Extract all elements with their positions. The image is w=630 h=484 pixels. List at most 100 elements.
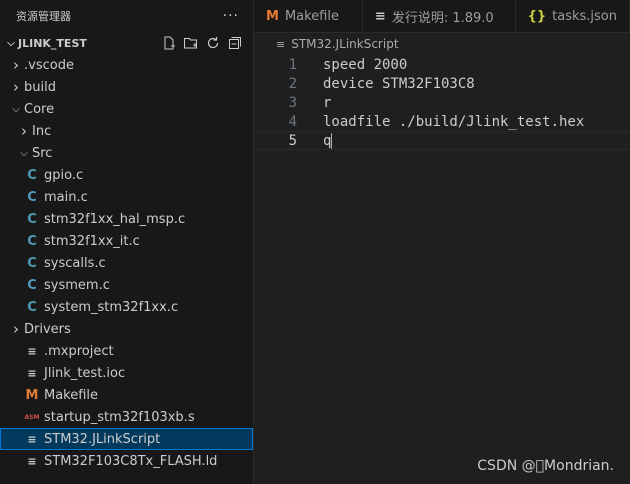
tree-item-label: .mxproject — [44, 343, 114, 359]
tab-label: 发行说明: 1.89.0 — [391, 10, 494, 26]
tree-item-label: system_stm32f1xx.c — [44, 299, 179, 315]
text-file-icon: ≡ — [27, 432, 37, 446]
chevron-right-icon: › — [21, 122, 27, 140]
explorer-sidebar: 资源管理器 ··· ⌵ JLINK_TEST › .vscode › build ⌵ Co… — [0, 0, 254, 484]
tree-item[interactable]: ≡ STM32F103C8Tx_FLASH.ld — [0, 450, 253, 472]
tree-item[interactable]: Cstm32f1xx_hal_msp.c — [0, 208, 253, 230]
line-number: 5 — [288, 132, 297, 149]
tree-item-label: stm32f1xx_it.c — [44, 233, 140, 249]
tree-item[interactable]: ≡ .mxproject — [0, 340, 253, 362]
refresh-icon[interactable] — [205, 35, 221, 51]
chevron-right-icon: › — [13, 320, 19, 338]
code-text: q — [323, 132, 332, 149]
chevron-right-icon: › — [13, 56, 19, 74]
tab-label: Makefile — [284, 8, 339, 24]
file-lines-icon: ≡ — [276, 37, 286, 51]
json-icon: {} — [527, 8, 547, 24]
collapse-all-icon[interactable] — [227, 35, 243, 51]
line-number: 3 — [288, 94, 297, 111]
tree-item[interactable]: Csysmem.c — [0, 274, 253, 296]
c-file-icon: C — [27, 255, 37, 271]
code-editor[interactable]: 1 speed 2000 2 device STM32F103C8 3 r 4 loadfil… — [254, 55, 630, 150]
tree-item[interactable]: ASM startup_stm32f103xb.s — [0, 406, 253, 428]
line-number: 2 — [288, 75, 297, 92]
tree-item-label: main.c — [44, 189, 88, 205]
tree-item[interactable]: ≡ STM32.JLinkScript — [0, 428, 253, 450]
c-file-icon: C — [27, 277, 37, 293]
c-file-icon: C — [27, 189, 37, 205]
tree-item[interactable]: › Inc — [0, 120, 253, 142]
code-text: device STM32F103C8 — [323, 75, 475, 92]
tree-item-label: syscalls.c — [44, 255, 106, 271]
c-file-icon: C — [27, 211, 37, 227]
workspace-section-header[interactable]: ⌵ JLINK_TEST — [0, 32, 253, 54]
makefile-icon: M — [266, 8, 279, 24]
file-lines-icon: ≡ — [374, 8, 386, 24]
tree-item-label: Src — [32, 145, 53, 161]
workspace-title: JLINK_TEST — [18, 36, 87, 50]
chevron-down-icon: ⌵ — [12, 103, 20, 115]
line-number: 1 — [288, 56, 297, 73]
tree-item-label: build — [24, 79, 56, 95]
chevron-down-icon: ⌵ — [7, 37, 15, 49]
tree-item-label: stm32f1xx_hal_msp.c — [44, 211, 186, 227]
code-text: r — [323, 94, 332, 111]
editor-tabs: M Makefile ≡ 发行说明: 1.89.0 {} tasks.json — [254, 0, 630, 33]
asm-file-icon: ASM — [24, 413, 40, 421]
line-number: 4 — [288, 113, 297, 130]
tree-item-label: Core — [24, 101, 55, 117]
editor-tab[interactable]: M Makefile — [254, 0, 363, 32]
code-text: loadfile ./build/Jlink_test.hex — [323, 113, 585, 130]
tree-item[interactable]: › build — [0, 76, 253, 98]
explorer-header: 资源管理器 ··· — [0, 0, 253, 32]
tree-item[interactable]: ⌵ Core — [0, 98, 253, 120]
tree-item-label: Drivers — [24, 321, 71, 337]
tree-item[interactable]: Cstm32f1xx_it.c — [0, 230, 253, 252]
text-file-icon: ≡ — [27, 454, 37, 468]
text-file-icon: ≡ — [27, 344, 37, 358]
new-folder-icon[interactable] — [183, 35, 199, 51]
new-file-icon[interactable] — [161, 35, 177, 51]
tree-item[interactable]: ⌵ Src — [0, 142, 253, 164]
tree-item[interactable]: Cgpio.c — [0, 164, 253, 186]
tree-item-label: Makefile — [44, 387, 99, 403]
chevron-down-icon: ⌵ — [20, 147, 28, 159]
tree-item[interactable]: › .vscode — [0, 54, 253, 76]
code-line: 4 loadfile ./build/Jlink_test.hex — [254, 112, 630, 131]
tree-item-label: STM32F103C8Tx_FLASH.ld — [44, 453, 218, 469]
file-tree: › .vscode › build ⌵ Core › Inc ⌵ Src Cgpio.c Cmain.… — [0, 54, 253, 472]
c-file-icon: C — [27, 233, 37, 249]
tree-item-label: Jlink_test.ioc — [44, 365, 126, 381]
chevron-right-icon: › — [13, 78, 19, 96]
tab-label: tasks.json — [552, 8, 617, 24]
c-file-icon: C — [27, 299, 37, 315]
tree-item[interactable]: › Drivers — [0, 318, 253, 340]
tree-item[interactable]: Csyscalls.c — [0, 252, 253, 274]
watermark: CSDN @ Mondrian. — [477, 458, 614, 474]
tree-item[interactable]: ≡ Jlink_test.ioc — [0, 362, 253, 384]
text-cursor — [331, 132, 333, 149]
editor-tab[interactable]: ≡ 发行说明: 1.89.0 — [363, 0, 516, 32]
makefile-icon: M — [25, 387, 39, 403]
code-line: 1 speed 2000 — [254, 55, 630, 74]
more-actions-icon[interactable]: ··· — [223, 8, 239, 24]
code-text: speed 2000 — [323, 56, 408, 73]
tree-item-label: gpio.c — [44, 167, 84, 183]
tree-item[interactable]: Cmain.c — [0, 186, 253, 208]
tree-item-label: startup_stm32f103xb.s — [44, 409, 195, 425]
code-line: 5q — [254, 131, 630, 150]
tree-item-label: sysmem.c — [44, 277, 110, 293]
code-line: 2 device STM32F103C8 — [254, 74, 630, 93]
tree-item-label: Inc — [32, 123, 52, 139]
breadcrumb[interactable]: ≡ STM32.JLinkScript — [254, 33, 630, 55]
explorer-actions — [161, 35, 253, 51]
tree-item-label: .vscode — [24, 57, 74, 73]
tree-item-label: STM32.JLinkScript — [44, 431, 161, 447]
tree-item[interactable]: M Makefile — [0, 384, 253, 406]
code-line: 3r — [254, 93, 630, 112]
tree-item[interactable]: Csystem_stm32f1xx.c — [0, 296, 253, 318]
breadcrumb-file: STM32.JLinkScript — [291, 37, 399, 51]
editor-tab[interactable]: {} tasks.json — [516, 0, 630, 32]
text-file-icon: ≡ — [27, 366, 37, 380]
editor-area: M Makefile ≡ 发行说明: 1.89.0 {} tasks.json ≡ STM… — [254, 0, 630, 484]
